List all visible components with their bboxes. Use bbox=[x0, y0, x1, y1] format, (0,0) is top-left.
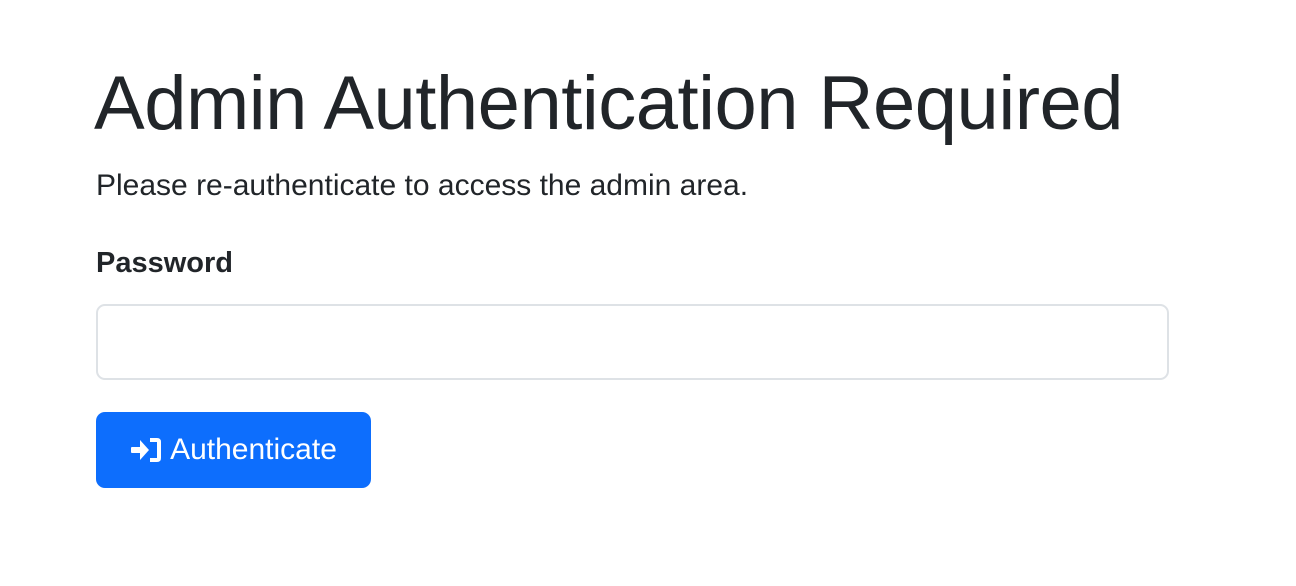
page-description: Please re-authenticate to access the adm… bbox=[96, 169, 749, 202]
page-title: Admin Authentication Required bbox=[94, 61, 1124, 146]
authenticate-button-label: Authenticate bbox=[170, 433, 337, 466]
box-arrow-in-right-icon bbox=[130, 436, 162, 464]
password-label: Password bbox=[96, 247, 233, 279]
authenticate-button[interactable]: Authenticate bbox=[96, 412, 371, 488]
password-input[interactable] bbox=[96, 304, 1169, 380]
